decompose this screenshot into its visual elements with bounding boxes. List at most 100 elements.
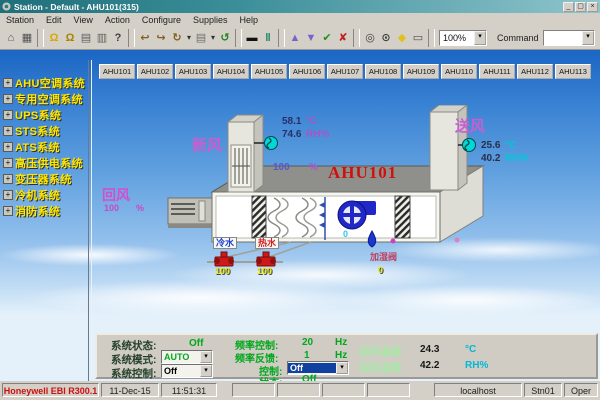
graphic-area: AHU空调系统 专用空调系统 UPS系统 STS系统 [0,50,600,381]
raise-icon[interactable]: ▲ [287,29,303,47]
sidebar-item[interactable]: 消防系统 [3,204,87,217]
empty-cell [322,383,365,397]
ahu-tab[interactable]: AHU101 [99,64,135,79]
ahu-tab[interactable]: AHU111 [479,64,515,79]
dropdown-caret-icon[interactable]: ▾ [185,29,193,47]
sidebar-item[interactable]: AHU空调系统 [3,76,87,89]
ahu-tab[interactable]: AHU104 [213,64,249,79]
freq-feedback-unit: Hz [335,350,347,361]
page-forward-icon[interactable]: ↪ [153,29,169,47]
dropdown-caret-icon[interactable]: ▾ [209,29,217,47]
fresh-air-tower [228,115,263,192]
ahu-tab[interactable]: AHU106 [289,64,325,79]
alarm-summary-icon[interactable]: Ω [46,29,62,47]
command-input[interactable] [543,30,595,46]
status-dot [455,238,460,243]
alarm-ack-icon[interactable]: Ω [62,29,78,47]
system-control-select[interactable]: Off [161,364,213,378]
fresh-air-label: 新风 [192,134,222,155]
sidebar-item[interactable]: ATS系统 [3,140,87,153]
statusbar: Honeywell EBI R300.1 11-Dec-15 11:51:31 … [0,381,600,400]
message-summary-icon[interactable]: ? [110,29,126,47]
brand-label: Honeywell EBI R300.1 [2,383,99,397]
menu-item[interactable]: Action [99,15,136,25]
menu-item[interactable]: View [68,15,99,25]
fan-control-select[interactable]: Off [287,361,349,375]
return-rh-value: 42.2 [420,360,439,371]
close-button[interactable]: × [587,2,598,12]
sidebar-tree: AHU空调系统 专用空调系统 UPS系统 STS系统 [3,76,87,217]
hot-water-valve-position: 100 [257,266,272,276]
trend-icon[interactable]: ‖ [260,29,276,47]
console-icon[interactable]: ▬ [244,29,260,47]
sidebar-item[interactable]: 变压器系统 [3,172,87,185]
event-summary-icon[interactable]: ▥ [94,29,110,47]
sidebar-item[interactable]: 高压供电系统 [3,156,87,169]
freq-feedback-value: 1 [304,350,310,361]
minimize-button[interactable]: _ [563,2,574,12]
chevron-down-icon[interactable] [474,31,486,45]
chevron-down-icon[interactable] [582,31,594,45]
control-panel: 系统状态: Off 系统模式: AUTO 系统控制: Off 频率控制: 20 … [95,333,598,379]
page-back-icon[interactable]: ↩ [137,29,153,47]
sidebar-item[interactable]: 专用空调系统 [3,92,87,105]
menu-item[interactable]: Supplies [187,15,234,25]
supply-air-humidity: 40.2 RH% [481,153,528,164]
tree-expand-icon[interactable] [3,110,13,120]
menu-item[interactable]: Station [0,15,40,25]
chevron-down-icon[interactable] [336,362,348,374]
restore-button[interactable]: ▢ [575,2,586,12]
tree-expand-icon[interactable] [3,190,13,200]
find-icon[interactable]: ◎ [362,29,378,47]
system-mode-select[interactable]: AUTO [161,350,213,364]
time-cell: 11:51:31 [161,383,217,397]
system-mode-label: 系统模式: [111,352,157,367]
supply-air-label: 送风 [455,115,485,136]
window-controls: _▢× [563,2,598,12]
reject-icon[interactable]: ✘ [335,29,351,47]
chevron-down-icon[interactable] [200,351,212,363]
ahu-tab[interactable]: AHU112 [517,64,553,79]
fan-status-panel-value: Off [302,374,316,381]
display-icon[interactable]: ▦ [19,29,35,47]
ahu-tab[interactable]: AHU107 [327,64,363,79]
sidebar-item[interactable]: 冷机系统 [3,188,87,201]
menu-item[interactable]: Help [233,15,264,25]
ahu-tab[interactable]: AHU108 [365,64,401,79]
page-recall-icon[interactable]: ↻ [169,29,185,47]
print-icon[interactable]: ▤ [193,29,209,47]
fresh-damper-position: 100 % [273,162,318,173]
freq-control-unit: Hz [335,337,347,348]
tree-expand-icon[interactable] [3,158,13,168]
ahu-tab[interactable]: AHU105 [251,64,287,79]
system-status-value: Off [189,338,203,349]
chevron-down-icon[interactable] [200,365,212,377]
tree-expand-icon[interactable] [3,206,13,216]
return-damper-position: 100 % [104,203,144,213]
tree-expand-icon[interactable] [3,78,13,88]
empty-cell [367,383,410,397]
ahu-tab[interactable]: AHU113 [555,64,591,79]
ahu-tab[interactable]: AHU102 [137,64,173,79]
menu-item[interactable]: Edit [40,15,68,25]
pan-icon[interactable]: ◆ [394,29,410,47]
refresh-page-icon[interactable]: ↺ [217,29,233,47]
station-icon[interactable]: ⌂ [3,29,19,47]
lower-icon[interactable]: ▼ [303,29,319,47]
accept-icon[interactable]: ✔ [319,29,335,47]
area-zoom-icon[interactable]: ▭ [410,29,426,47]
ahu-tab[interactable]: AHU109 [403,64,439,79]
tree-expand-icon[interactable] [3,126,13,136]
zoom-icon[interactable]: ⊙ [378,29,394,47]
toolbar: ⌂▦ΩΩ▤▥?↩↪↻▾▤▾↺▬‖▲▼✔✘◎⊙◆▭ 100% Command [0,26,600,50]
ahu-tab[interactable]: AHU103 [175,64,211,79]
tree-expand-icon[interactable] [3,94,13,104]
menu-item[interactable]: Configure [136,15,187,25]
sidebar-item[interactable]: UPS系统 [3,108,87,121]
zoom-select[interactable]: 100% [439,30,487,46]
alert-summary-icon[interactable]: ▤ [78,29,94,47]
sidebar-item[interactable]: STS系统 [3,124,87,137]
tree-expand-icon[interactable] [3,142,13,152]
tree-expand-icon[interactable] [3,174,13,184]
ahu-tab[interactable]: AHU110 [441,64,477,79]
